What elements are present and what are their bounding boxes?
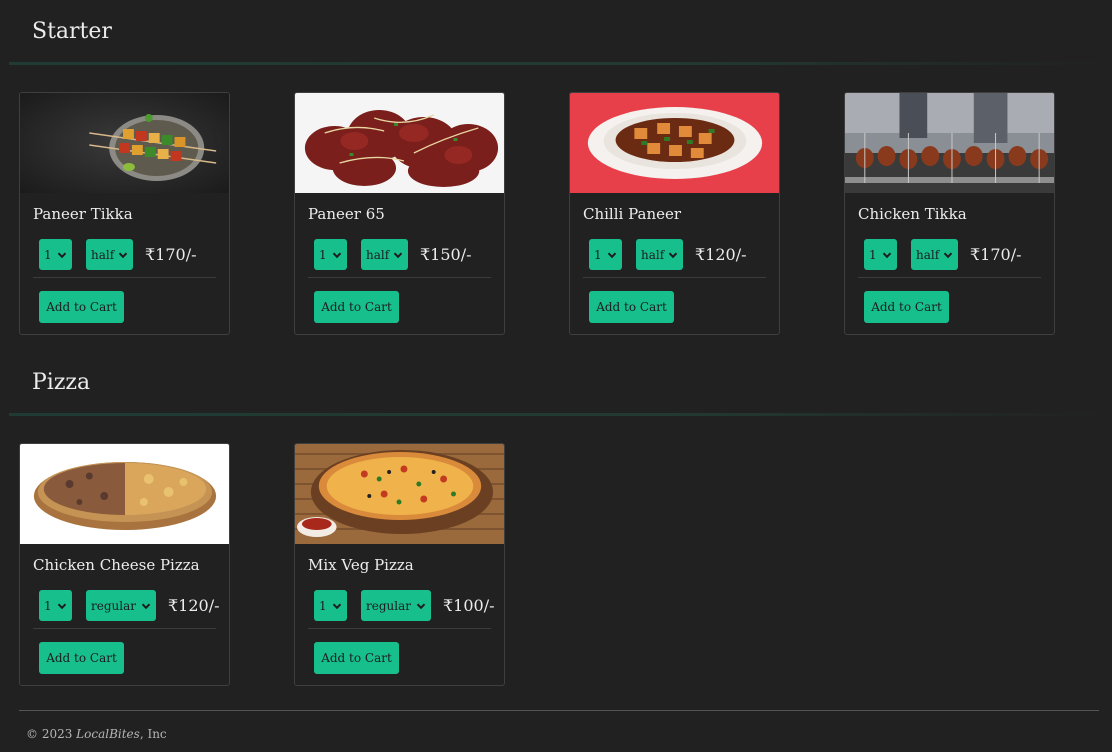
size-select[interactable]: half xyxy=(361,239,408,270)
add-to-cart-button[interactable]: Add to Cart xyxy=(314,642,399,674)
quantity-select[interactable]: 1 xyxy=(589,239,622,270)
chevron-down-icon xyxy=(607,252,617,258)
size-select[interactable]: regular xyxy=(361,590,431,621)
chevron-down-icon xyxy=(141,603,151,609)
footer-divider xyxy=(19,710,1099,711)
card-divider xyxy=(583,277,766,278)
chevron-down-icon xyxy=(332,603,342,609)
paneer-65-image xyxy=(295,93,504,193)
card-divider xyxy=(33,277,216,278)
footer-brand: LocalBites xyxy=(76,727,140,741)
quantity-value: 1 xyxy=(44,598,52,613)
menu-card-chicken-tikka: Chicken Tikka 1 half ₹170/- Add to Cart xyxy=(844,92,1055,335)
mix-veg-pizza-image xyxy=(295,444,504,544)
menu-card-mix-veg-pizza: Mix Veg Pizza 1 regular ₹100/- Add to Ca… xyxy=(294,443,505,686)
item-name: Chicken Tikka xyxy=(858,205,967,223)
item-name: Chilli Paneer xyxy=(583,205,682,223)
item-name: Paneer 65 xyxy=(308,205,385,223)
chevron-down-icon xyxy=(57,252,67,258)
card-divider xyxy=(858,277,1041,278)
quantity-select[interactable]: 1 xyxy=(39,590,72,621)
size-select[interactable]: half xyxy=(636,239,683,270)
item-price: ₹170/- xyxy=(145,245,197,264)
menu-card-chicken-cheese-pizza: Chicken Cheese Pizza 1 regular ₹120/- Ad… xyxy=(19,443,230,686)
item-name: Mix Veg Pizza xyxy=(308,556,414,574)
quantity-value: 1 xyxy=(869,247,877,262)
chevron-down-icon xyxy=(118,252,128,258)
quantity-value: 1 xyxy=(319,247,327,262)
paneer-tikka-image xyxy=(20,93,229,193)
card-divider xyxy=(308,628,491,629)
chevron-down-icon xyxy=(416,603,426,609)
quantity-select[interactable]: 1 xyxy=(314,590,347,621)
chilli-paneer-image xyxy=(570,93,779,193)
menu-card-paneer-65: Paneer 65 1 half ₹150/- Add to Cart xyxy=(294,92,505,335)
size-select[interactable]: half xyxy=(911,239,958,270)
chevron-down-icon xyxy=(668,252,678,258)
item-name: Paneer Tikka xyxy=(33,205,133,223)
size-select[interactable]: regular xyxy=(86,590,156,621)
chevron-down-icon xyxy=(393,252,403,258)
quantity-select[interactable]: 1 xyxy=(864,239,897,270)
size-value: regular xyxy=(91,598,136,613)
size-value: half xyxy=(366,247,390,262)
add-to-cart-button[interactable]: Add to Cart xyxy=(39,642,124,674)
item-name: Chicken Cheese Pizza xyxy=(33,556,200,574)
add-to-cart-button[interactable]: Add to Cart xyxy=(314,291,399,323)
quantity-value: 1 xyxy=(44,247,52,262)
chicken-cheese-pizza-image xyxy=(20,444,229,544)
item-price: ₹150/- xyxy=(420,245,472,264)
quantity-value: 1 xyxy=(319,598,327,613)
quantity-select[interactable]: 1 xyxy=(39,239,72,270)
section-title-pizza: Pizza xyxy=(32,370,91,395)
chevron-down-icon xyxy=(882,252,892,258)
menu-card-paneer-tikka: Paneer Tikka 1 half ₹170/- Add to Cart xyxy=(19,92,230,335)
item-price: ₹120/- xyxy=(695,245,747,264)
chevron-down-icon xyxy=(332,252,342,258)
menu-card-chilli-paneer: Chilli Paneer 1 half ₹120/- Add to Cart xyxy=(569,92,780,335)
add-to-cart-button[interactable]: Add to Cart xyxy=(864,291,949,323)
chicken-tikka-image xyxy=(845,93,1054,193)
quantity-value: 1 xyxy=(594,247,602,262)
footer-suffix: , Inc xyxy=(139,727,167,741)
size-value: half xyxy=(91,247,115,262)
item-price: ₹100/- xyxy=(443,596,495,615)
size-value: half xyxy=(641,247,665,262)
quantity-select[interactable]: 1 xyxy=(314,239,347,270)
add-to-cart-button[interactable]: Add to Cart xyxy=(589,291,674,323)
size-select[interactable]: half xyxy=(86,239,133,270)
item-price: ₹170/- xyxy=(970,245,1022,264)
chevron-down-icon xyxy=(943,252,953,258)
add-to-cart-button[interactable]: Add to Cart xyxy=(39,291,124,323)
section-divider xyxy=(9,413,1101,416)
card-divider xyxy=(308,277,491,278)
card-divider xyxy=(33,628,216,629)
chevron-down-icon xyxy=(57,603,67,609)
footer: © 2023 LocalBites, Inc xyxy=(26,727,167,741)
section-title-starter: Starter xyxy=(32,19,112,44)
size-value: half xyxy=(916,247,940,262)
item-price: ₹120/- xyxy=(168,596,220,615)
size-value: regular xyxy=(366,598,411,613)
footer-copyright: © 2023 xyxy=(26,727,77,741)
section-divider xyxy=(9,62,1101,65)
